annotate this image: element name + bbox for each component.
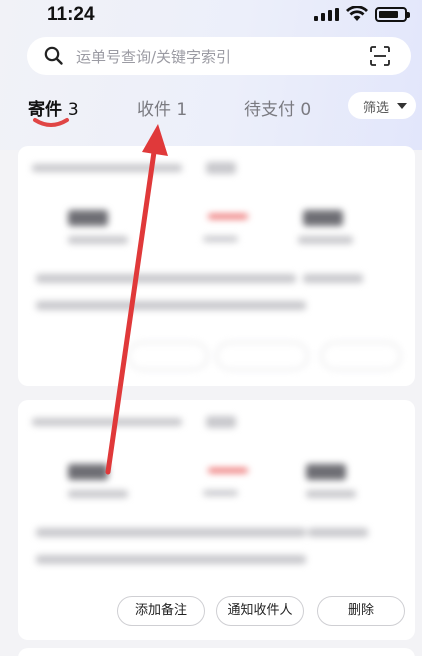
filter-button[interactable]: 筛选 [348, 92, 416, 119]
caret-down-icon [397, 103, 407, 109]
shipment-card[interactable] [18, 648, 415, 656]
search-icon [44, 46, 63, 65]
battery-icon [375, 7, 410, 22]
status-time: 11:24 [47, 4, 95, 25]
tab-pending-payment-count: 0 [300, 100, 312, 120]
delete-button[interactable]: 删除 [317, 596, 405, 626]
tab-pending-payment-label: 待支付 [244, 100, 295, 120]
signal-icon [314, 8, 339, 21]
status-bar: 11:24 [0, 0, 422, 30]
add-note-button[interactable]: 添加备注 [117, 596, 205, 626]
tab-pending-payment[interactable]: 待支付 0 [244, 95, 311, 120]
shipment-card[interactable] [18, 146, 415, 386]
wifi-icon [346, 6, 368, 21]
notify-recipient-button[interactable]: 通知收件人 [216, 596, 304, 626]
tab-receive[interactable]: 收件 1 [137, 95, 187, 120]
search-input[interactable]: 运单号查询/关键字索引 [76, 46, 231, 67]
shipment-card[interactable]: 添加备注 通知收件人 删除 [18, 400, 415, 640]
filter-label: 筛选 [363, 101, 390, 116]
tab-active-indicator [33, 118, 69, 127]
card-actions: 添加备注 通知收件人 删除 [18, 596, 415, 630]
scan-icon[interactable] [370, 46, 390, 66]
tab-receive-count: 1 [176, 100, 188, 120]
tab-receive-label: 收件 [137, 100, 171, 120]
search-bar[interactable]: 运单号查询/关键字索引 [27, 37, 411, 75]
